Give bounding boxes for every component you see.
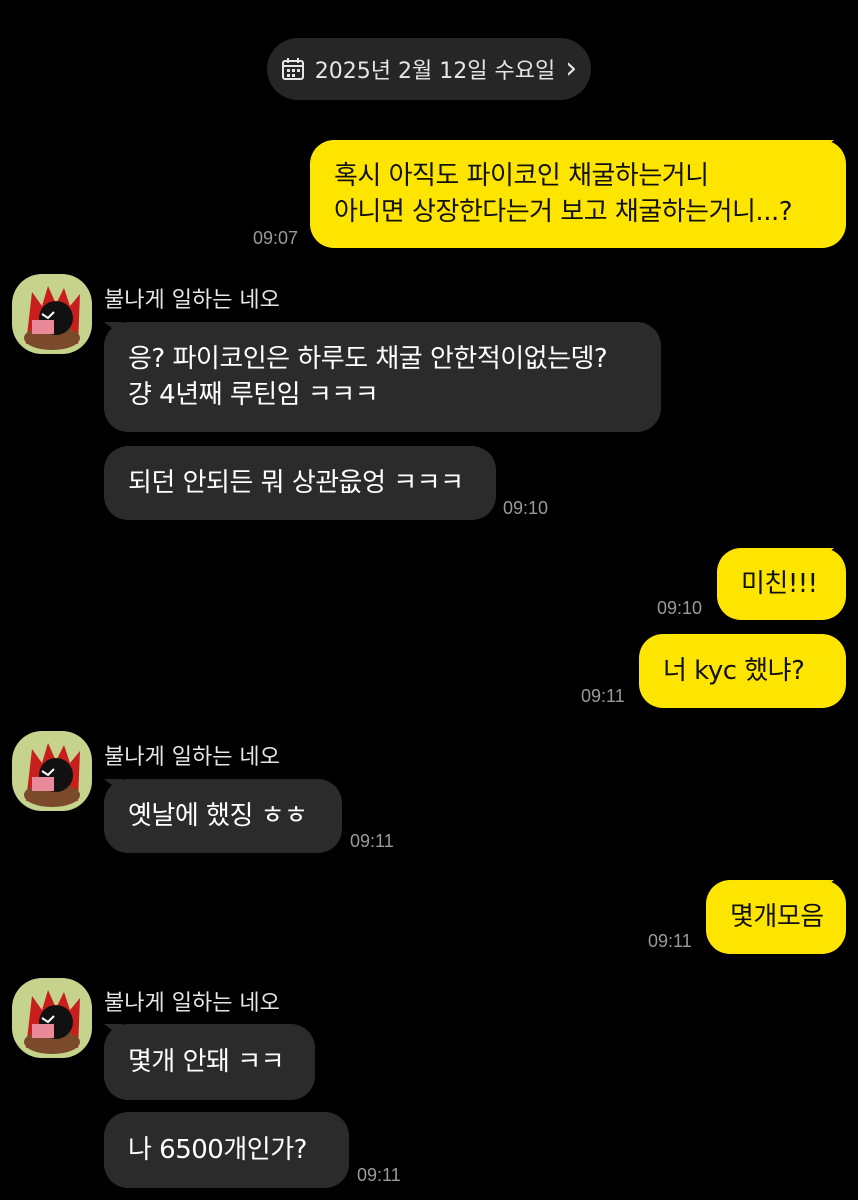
message-text: 되던 안되든 뭐 상관읎엉 ㅋㅋㅋ — [128, 468, 464, 498]
calendar-icon — [281, 57, 305, 81]
avatar-image — [24, 743, 80, 807]
sent-message-bubble[interactable]: 몇개모음 — [706, 880, 846, 954]
received-message-bubble[interactable]: 되던 안되든 뭐 상관읎엉 ㅋㅋㅋ — [104, 446, 496, 520]
sender-name: 불나게 일하는 네오 — [104, 991, 280, 1016]
message-time: 09:11 — [357, 1165, 401, 1185]
date-header-button[interactable]: 2025년 2월 12일 수요일 › — [267, 38, 591, 100]
received-message-bubble[interactable]: 응? 파이코인은 하루도 채굴 안한적이없는뎅? 걍 4년째 루틴임 ㅋㅋㅋ — [104, 322, 661, 432]
sent-message-bubble[interactable]: 혹시 아직도 파이코인 채굴하는거니 아니면 상장한다는거 보고 채굴하는거니.… — [310, 140, 846, 248]
message-text: 몇개 안돼 ㅋㅋ — [128, 1047, 285, 1077]
avatar[interactable] — [12, 274, 92, 354]
message-time: 09:07 — [253, 228, 299, 248]
received-message-bubble[interactable]: 옛날에 했징 ㅎㅎ — [104, 779, 342, 853]
date-text: 2025년 2월 12일 수요일 — [314, 59, 556, 84]
message-time: 09:11 — [648, 931, 692, 951]
message-text: 아니면 상장한다는거 보고 채굴하는거니...? — [334, 197, 793, 227]
avatar[interactable] — [12, 978, 92, 1058]
message-time: 09:11 — [581, 686, 625, 706]
message-text: 미친!!! — [741, 569, 818, 599]
sent-message-bubble[interactable]: 너 kyc 했냐? — [639, 634, 846, 708]
sent-message-bubble[interactable]: 미친!!! — [717, 548, 846, 620]
message-text: 너 kyc 했냐? — [663, 656, 805, 686]
message-text: 옛날에 했징 ㅎㅎ — [128, 801, 308, 831]
received-message-bubble[interactable]: 몇개 안돼 ㅋㅋ — [104, 1024, 315, 1100]
avatar[interactable] — [12, 731, 92, 811]
message-time: 09:10 — [503, 498, 549, 518]
chevron-right-icon: › — [565, 51, 578, 86]
sender-name: 불나게 일하는 네오 — [104, 288, 280, 313]
message-time: 09:11 — [350, 831, 394, 851]
message-time: 09:10 — [657, 598, 703, 618]
message-text: 몇개모음 — [730, 902, 824, 932]
avatar-image — [24, 990, 80, 1054]
avatar-image — [24, 286, 80, 350]
message-text: 혹시 아직도 파이코인 채굴하는거니 — [334, 161, 709, 191]
message-text: 걍 4년째 루틴임 ㅋㅋㅋ — [128, 380, 379, 410]
received-message-bubble[interactable]: 나 6500개인가? — [104, 1112, 349, 1188]
sender-name: 불나게 일하는 네오 — [104, 745, 280, 770]
message-text: 나 6500개인가? — [128, 1135, 307, 1165]
message-text: 응? 파이코인은 하루도 채굴 안한적이없는뎅? — [128, 344, 608, 374]
